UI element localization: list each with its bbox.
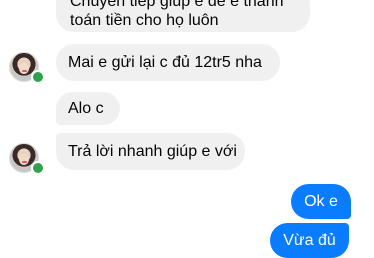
online-status-icon (31, 70, 45, 84)
avatar-face (19, 154, 29, 165)
incoming-message-bubble[interactable]: Chuyển tiếp giúp e để e thanh toán tiền … (56, 0, 310, 32)
incoming-message-bubble[interactable]: Alo c (56, 92, 120, 125)
incoming-message-bubble[interactable]: Mai e gửi lại c đủ 12tr5 nha (56, 44, 280, 81)
avatar-mouth (22, 161, 27, 163)
online-status-icon (31, 161, 45, 175)
message-text: Trả lời nhanh giúp e với (68, 143, 237, 160)
outgoing-message-bubble[interactable]: Ok e (291, 184, 351, 219)
message-text: Alo c (68, 100, 104, 117)
message-text-line: toán tiền cho họ luôn (70, 12, 219, 29)
message-text: Vừa đủ (283, 232, 336, 249)
message-text: Mai e gửi lại c đủ 12tr5 nha (68, 54, 262, 71)
message-text-line: Chuyển tiếp giúp e để e thanh (70, 0, 284, 10)
incoming-message-bubble[interactable]: Trả lời nhanh giúp e với (56, 133, 245, 170)
message-text: Ok e (304, 193, 338, 210)
avatar-mouth (22, 70, 27, 72)
avatar-face (19, 63, 29, 74)
outgoing-message-bubble[interactable]: Vừa đủ (270, 223, 349, 258)
